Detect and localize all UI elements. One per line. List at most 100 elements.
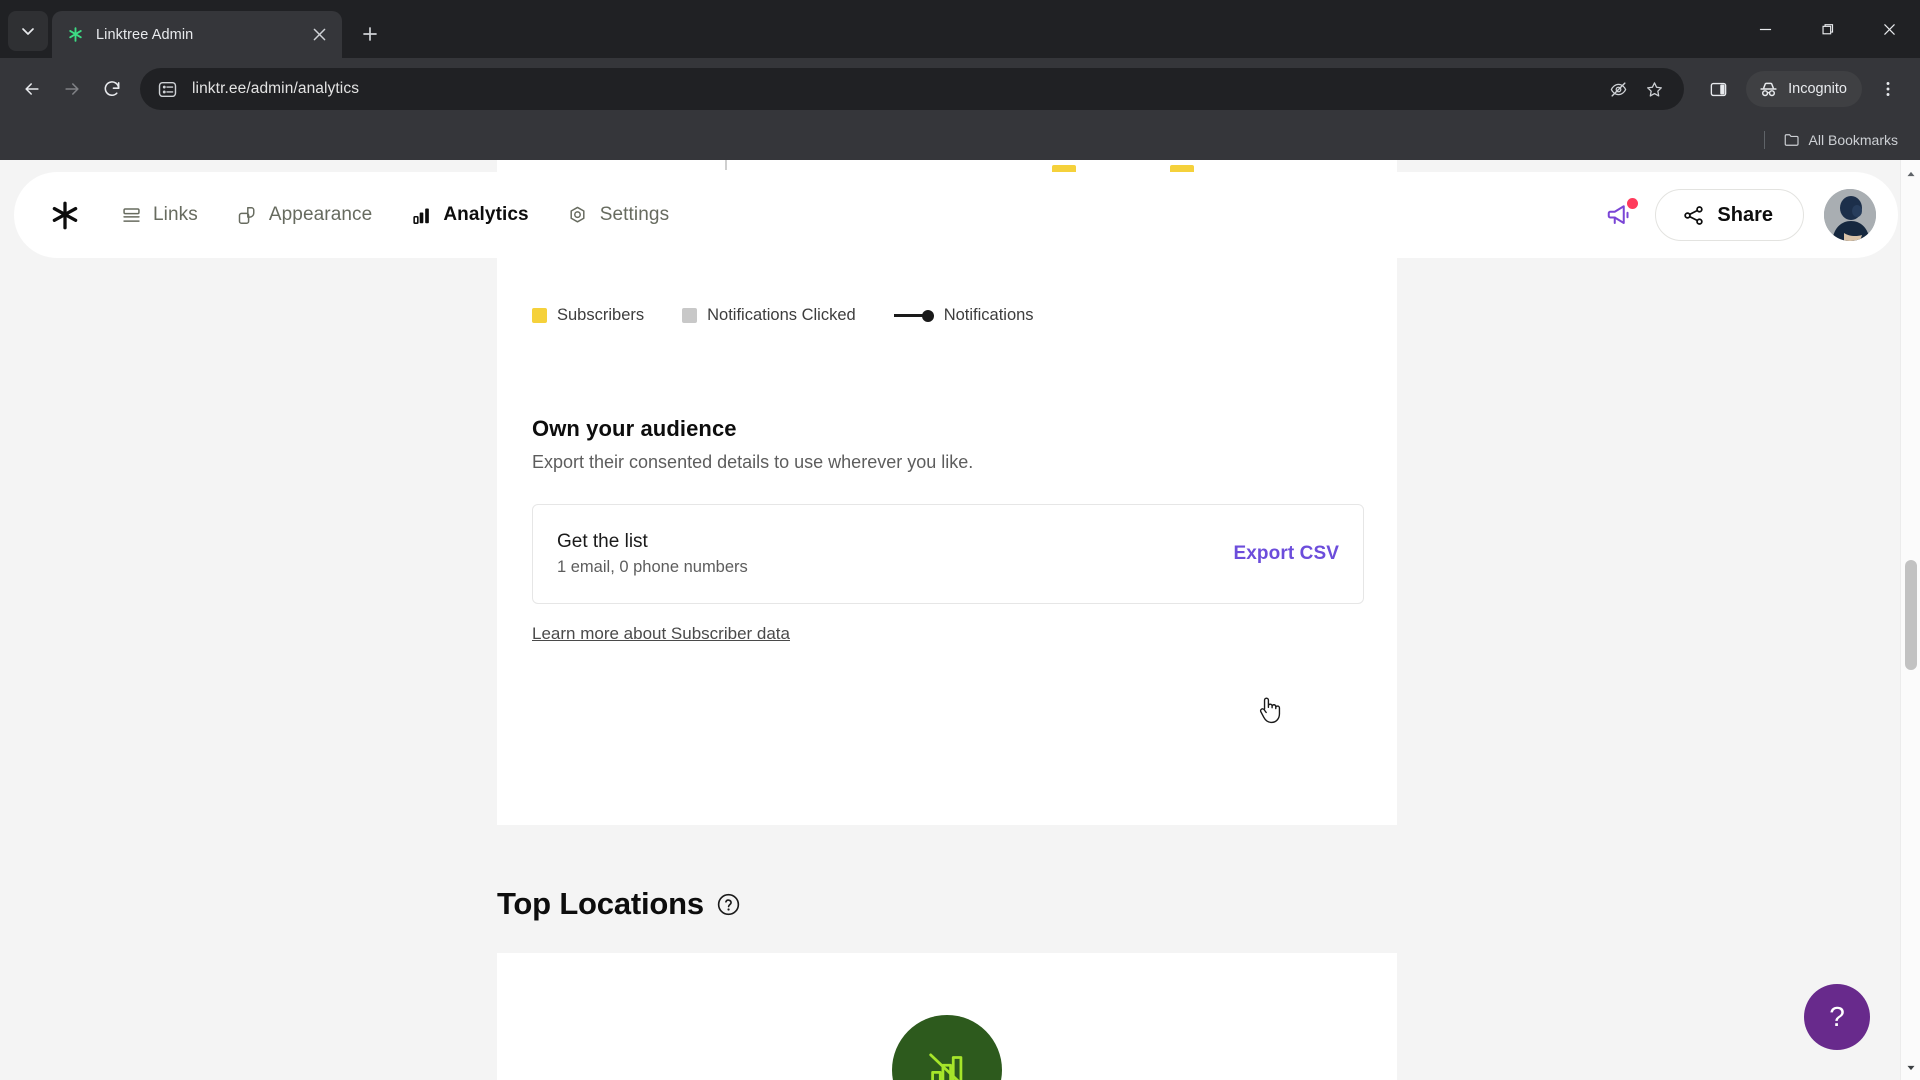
browser-toolbar: linktr.ee/admin/analytics Incognito [0, 58, 1920, 120]
kebab-menu-icon [1886, 82, 1890, 96]
page-viewport: Subscribers Notifications Clicked Notifi… [0, 160, 1920, 1080]
links-icon [120, 204, 142, 226]
app-nav-wrapper: Links Appearance Analytics Settings Shar… [0, 160, 1920, 265]
help-circle-icon[interactable] [717, 893, 740, 916]
url-text: linktr.ee/admin/analytics [192, 80, 360, 97]
legend-label: Notifications Clicked [707, 306, 856, 324]
bookmark-star-icon[interactable] [1638, 73, 1670, 105]
minimize-icon [1759, 28, 1771, 30]
omnibox-actions [1602, 73, 1670, 105]
tab-title: Linktree Admin [96, 26, 194, 43]
settings-icon [567, 204, 589, 226]
forward-button[interactable] [52, 69, 92, 109]
caret-down-icon [1907, 1065, 1914, 1071]
nav-tab-appearance[interactable]: Appearance [236, 204, 372, 226]
plus-icon [363, 27, 377, 41]
top-locations-title: Top Locations [497, 886, 704, 921]
legend-label: Subscribers [557, 306, 645, 324]
nav-tab-analytics[interactable]: Analytics [410, 204, 529, 226]
legend-label: Notifications [943, 306, 1034, 324]
own-audience-subtitle: Export their consented details to use wh… [532, 452, 974, 472]
page-scrollbar[interactable] [1900, 160, 1920, 1080]
window-close-button[interactable] [1858, 0, 1920, 58]
tracking-protection-icon[interactable] [1602, 73, 1634, 105]
legend-item[interactable]: Notifications [893, 306, 1034, 325]
nav-tab-label: Settings [599, 204, 670, 225]
browser-tab[interactable]: Linktree Admin [52, 11, 342, 58]
back-button[interactable] [12, 69, 52, 109]
nav-tab-label: Links [153, 204, 198, 225]
app-nav-bar: Links Appearance Analytics Settings Shar… [14, 172, 1898, 258]
legend-item[interactable]: Subscribers [532, 306, 644, 325]
legend-swatch-notifications-clicked [682, 308, 698, 323]
all-bookmarks-button[interactable]: All Bookmarks [1775, 127, 1906, 153]
legend-swatch-subscribers [532, 308, 547, 323]
window-minimize-button[interactable] [1734, 0, 1796, 58]
analytics-icon [410, 204, 432, 226]
side-panel-icon [1710, 82, 1726, 96]
nav-tab-label: Appearance [268, 204, 373, 225]
tab-close-icon[interactable] [306, 22, 332, 48]
bookmarks-separator [1763, 131, 1765, 149]
nav-tab-label: Analytics [443, 204, 529, 225]
address-bar[interactable]: linktr.ee/admin/analytics [140, 68, 1685, 110]
window-controls [1734, 0, 1920, 58]
share-label: Share [1717, 203, 1773, 226]
toolbar-right: Incognito [1698, 69, 1908, 109]
subscribers-card: Subscribers Notifications Clicked Notifi… [497, 256, 1397, 825]
get-the-list-title: Get the list [557, 531, 648, 552]
share-icon [1684, 205, 1704, 225]
top-locations-card: No locations data There's no data for th… [497, 953, 1397, 1080]
incognito-icon [1760, 82, 1777, 96]
top-locations-header: Top Locations [497, 886, 740, 922]
side-panel-button[interactable] [1698, 69, 1738, 109]
arrow-right-icon [65, 83, 79, 95]
no-data-badge [892, 1015, 1002, 1080]
appearance-icon [236, 204, 258, 226]
incognito-label: Incognito [1788, 81, 1847, 97]
linktree-logo-icon[interactable] [48, 198, 82, 232]
reload-icon [104, 81, 120, 96]
bookmarks-bar: All Bookmarks [0, 120, 1920, 160]
chrome-menu-button[interactable] [1868, 69, 1908, 109]
legend-item[interactable]: Notifications Clicked [682, 306, 856, 325]
get-the-list-text: Get the list 1 email, 0 phone numbers [557, 531, 748, 577]
share-button[interactable]: Share [1655, 189, 1804, 241]
reload-button[interactable] [92, 69, 132, 109]
chart-legend: Subscribers Notifications Clicked Notifi… [532, 306, 1034, 325]
get-the-list-card: Get the list 1 email, 0 phone numbers Ex… [532, 504, 1364, 604]
page-scroll-container: Subscribers Notifications Clicked Notifi… [0, 160, 1920, 1080]
browser-window: Linktree Admin linktr.ee/admin/analytics… [0, 0, 1920, 1080]
chevron-down-icon [22, 28, 34, 35]
announcements-button[interactable] [1605, 198, 1639, 230]
tab-search-button[interactable] [8, 11, 48, 51]
arrow-left-icon [25, 83, 39, 95]
all-bookmarks-label: All Bookmarks [1808, 132, 1898, 148]
get-the-list-counts: 1 email, 0 phone numbers [557, 558, 748, 576]
scroll-up-arrow[interactable] [1901, 164, 1920, 184]
close-icon [1883, 23, 1895, 35]
folder-icon [1784, 134, 1799, 146]
site-info-icon[interactable] [156, 78, 178, 100]
linktree-asterisk-icon [66, 26, 84, 44]
app-nav-actions: Share [1605, 189, 1876, 241]
window-maximize-button[interactable] [1796, 0, 1858, 58]
incognito-indicator[interactable]: Incognito [1746, 71, 1862, 107]
avatar[interactable] [1824, 189, 1876, 241]
app-nav-tabs: Links Appearance Analytics Settings [120, 204, 669, 226]
tab-strip: Linktree Admin [0, 0, 1920, 58]
legend-line-notifications [893, 309, 934, 322]
scroll-down-arrow[interactable] [1901, 1058, 1920, 1078]
own-audience-title: Own your audience [532, 416, 737, 441]
no-chart-icon [929, 1053, 963, 1080]
new-tab-button[interactable] [350, 14, 390, 54]
help-fab-button[interactable]: ? [1804, 984, 1870, 1050]
scrollbar-thumb[interactable] [1905, 560, 1917, 670]
export-csv-button[interactable]: Export CSV [1233, 543, 1339, 565]
learn-more-subscriber-data-link[interactable]: Learn more about Subscriber data [532, 624, 790, 644]
notification-dot [1627, 198, 1639, 209]
maximize-icon [1821, 23, 1833, 34]
nav-tab-links[interactable]: Links [120, 204, 198, 226]
nav-tab-settings[interactable]: Settings [567, 204, 669, 226]
caret-up-icon [1907, 171, 1914, 177]
